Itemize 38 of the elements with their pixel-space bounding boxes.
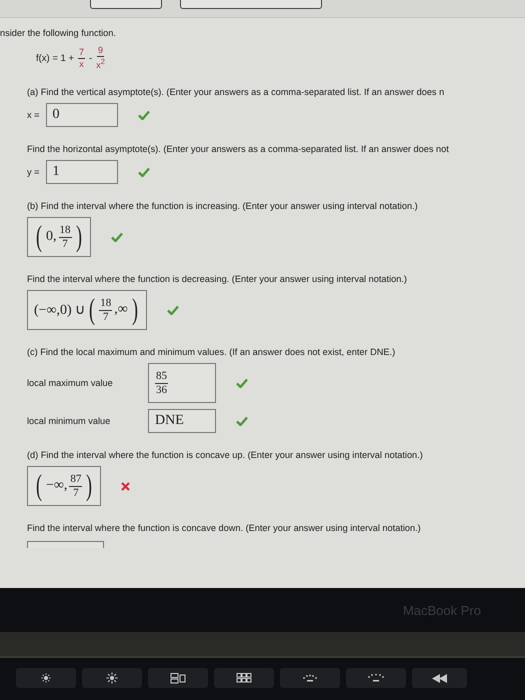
- toolbar-button[interactable]: [180, 0, 322, 9]
- fraction: 7 x: [78, 48, 86, 68]
- answer-field[interactable]: DNE: [148, 409, 216, 433]
- question-text: (b) Find the interval where the function is increasing. (Enter your answer using interval notation.): [27, 201, 419, 211]
- question-text: (c) Find the local maximum and minimum values. (If an answer does not exist, enter DNE.): [27, 347, 396, 357]
- formula-text: -: [89, 52, 92, 64]
- brightness-icon[interactable]: [40, 672, 52, 684]
- fraction: 18 7: [99, 298, 112, 322]
- answer-label: local maximum value: [27, 378, 114, 388]
- brightness-icon[interactable]: [106, 672, 118, 684]
- rewind-icon[interactable]: [432, 674, 448, 682]
- question-text: (d) Find the interval where the function is concave up. (Enter your answer using interval notation.): [27, 450, 424, 460]
- touch-bar-key[interactable]: [214, 668, 274, 688]
- grid-icon[interactable]: [236, 673, 252, 683]
- toolbar-button[interactable]: [90, 0, 162, 9]
- answer-field[interactable]: 85 36: [148, 363, 216, 403]
- answer-field[interactable]: [27, 541, 104, 548]
- windows-icon[interactable]: [170, 672, 186, 684]
- question-text: Find the horizontal asymptote(s). (Enter your answers as a comma-separated list. If an answer does not: [27, 144, 450, 154]
- formula-text: f(x) = 1 +: [36, 52, 74, 64]
- fraction: 87 7: [69, 474, 82, 498]
- answer-label: local minimum value: [27, 416, 112, 426]
- question-text: (a) Find the vertical asymptote(s). (Enter your answers as a comma-separated list. If an answer does n: [27, 87, 446, 97]
- prompt-text: nsider the following function.: [0, 28, 117, 38]
- answer-label: y =: [27, 167, 40, 177]
- touch-bar-key[interactable]: [412, 668, 467, 688]
- fraction: 18 7: [58, 224, 72, 250]
- touch-bar-key[interactable]: [82, 668, 142, 688]
- fraction: 85 36: [155, 370, 168, 396]
- keyboard-light-icon[interactable]: [302, 674, 318, 682]
- answer-field[interactable]: 1: [46, 160, 118, 184]
- question-text: Find the interval where the function is concave down. (Enter your answer using interval notation.): [27, 523, 422, 533]
- touch-bar-key[interactable]: [148, 668, 208, 688]
- keyboard-light-icon[interactable]: [368, 674, 384, 682]
- answer-field[interactable]: 0: [46, 103, 118, 127]
- fraction: 9 x$^{2}$: [96, 46, 105, 70]
- answer-label: x =: [27, 110, 40, 120]
- question-text: Find the interval where the function is decreasing. (Enter your answer using interval notation.): [27, 274, 408, 284]
